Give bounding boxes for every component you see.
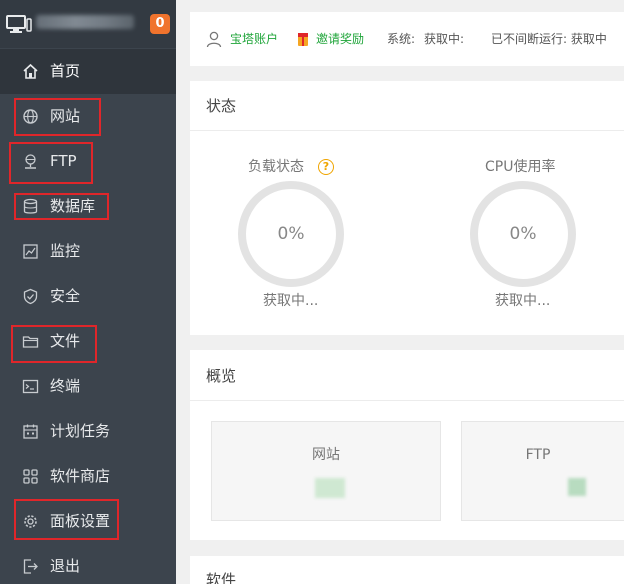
uptime-text: 已不间断运行: 获取中 (491, 32, 607, 46)
user-icon (206, 31, 222, 48)
load-status-title: 负载状态 (248, 159, 304, 175)
status-panel-title: 状态 (206, 97, 237, 115)
sidebar-item-label: 退出 (50, 557, 81, 575)
sidebar-item-software-store[interactable]: 软件商店 (0, 454, 176, 499)
sidebar-item-home[interactable]: 首页 (0, 49, 176, 94)
sidebar-header: 0 (0, 0, 176, 48)
ftp-count-blurred (568, 478, 586, 496)
sidebar-item-label: 计划任务 (50, 422, 111, 440)
sidebar-item-monitor[interactable]: 监控 (0, 229, 176, 274)
sidebar-item-security[interactable]: 安全 (0, 274, 176, 319)
top-info-bar: 宝塔账户 邀请奖励 系统: 获取中: 已不间断运行: 获取中 (190, 12, 624, 66)
cpu-usage-title: CPU使用率 (485, 159, 556, 175)
shield-icon (23, 288, 38, 305)
divider (190, 400, 624, 401)
sidebar-item-label: 软件商店 (50, 467, 111, 485)
highlight-box-panel-settings (14, 499, 119, 540)
cpu-status-text: 获取中... (495, 293, 551, 309)
gift-icon (298, 33, 308, 46)
grid-icon (23, 469, 38, 484)
sidebar: 0 首页 网站 FTP 数据库 监控 安全 文件 终端 计划任务 软件商店 面板… (0, 0, 176, 584)
monitor-chart-icon (23, 244, 38, 259)
sidebar-item-cron[interactable]: 计划任务 (0, 409, 176, 454)
sidebar-item-label: 首页 (50, 62, 81, 80)
sidebar-item-label: 安全 (50, 287, 81, 305)
server-monitor-icon (6, 15, 32, 33)
calendar-icon (23, 424, 38, 439)
notification-badge[interactable]: 0 (150, 14, 170, 34)
sidebar-item-terminal[interactable]: 终端 (0, 364, 176, 409)
highlight-box-website (14, 98, 101, 136)
status-panel: 状态 负载状态 ? 0% 获取中... CPU使用率 0% 获取中... (190, 81, 624, 335)
system-value: 获取中: (424, 32, 465, 46)
sidebar-item-label: 终端 (50, 377, 81, 395)
sidebar-item-logout[interactable]: 退出 (0, 544, 176, 584)
overview-card-title: FTP (525, 447, 551, 463)
highlight-box-files (11, 325, 97, 363)
website-count-blurred (315, 478, 345, 498)
overview-card-website[interactable]: 网站 (211, 421, 441, 521)
load-status-text: 获取中... (263, 293, 319, 309)
home-icon (23, 63, 38, 79)
hostname-blurred (36, 15, 134, 29)
system-label: 系统: (387, 32, 416, 46)
sidebar-item-label: 监控 (50, 242, 81, 260)
logout-icon (23, 559, 38, 574)
overview-panel-title: 概览 (206, 367, 237, 385)
cpu-gauge-value: 0% (509, 224, 537, 244)
highlight-box-ftp (9, 142, 93, 184)
invite-reward-link[interactable]: 邀请奖励 (316, 31, 364, 47)
divider (190, 130, 624, 131)
overview-card-ftp[interactable]: FTP (461, 421, 624, 521)
account-link[interactable]: 宝塔账户 (230, 31, 278, 47)
software-panel-title: 软件 (206, 571, 237, 584)
terminal-icon (22, 379, 39, 394)
overview-card-title: 网站 (312, 447, 340, 463)
highlight-box-database (14, 193, 109, 220)
help-question-icon[interactable]: ? (318, 159, 334, 175)
load-gauge-value: 0% (277, 224, 305, 244)
software-panel: 软件 (190, 556, 624, 584)
